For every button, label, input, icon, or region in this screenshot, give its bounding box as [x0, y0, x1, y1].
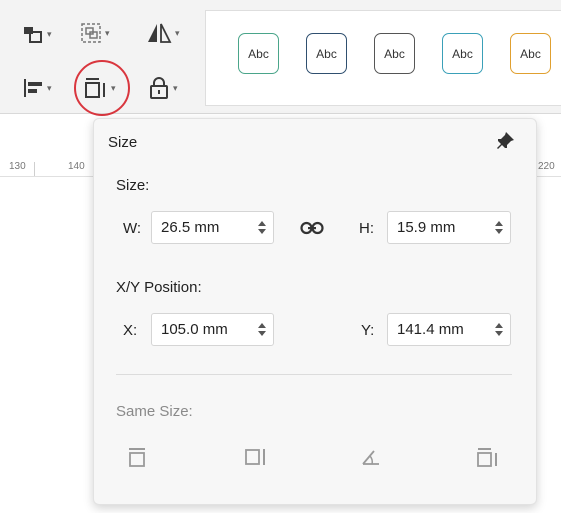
- chevron-down-icon: ▾: [47, 82, 52, 93]
- ruler-label: 220: [538, 161, 555, 172]
- style-swatch[interactable]: Abc: [442, 33, 483, 74]
- highlight-circle: [74, 60, 130, 116]
- same-width-icon[interactable]: [126, 446, 148, 468]
- position-section-label: X/Y Position:: [116, 279, 202, 296]
- link-aspect-ratio-icon[interactable]: [300, 221, 324, 235]
- panel-title: Size: [108, 134, 138, 151]
- lock-button[interactable]: ▾: [148, 76, 178, 100]
- lock-icon: [150, 77, 168, 99]
- group-button[interactable]: ▾: [80, 22, 110, 44]
- height-spinner[interactable]: 15.9 mm: [387, 211, 511, 244]
- arrange-button[interactable]: ▾: [22, 24, 52, 44]
- divider: [116, 374, 512, 375]
- chevron-down-icon: ▾: [173, 82, 178, 93]
- width-spinner[interactable]: 26.5 mm: [151, 211, 274, 244]
- same-size-icon[interactable]: [476, 446, 500, 468]
- size-panel: Size Size: W: 26.5 mm H: 15.9 mm X/Y Pos…: [93, 118, 537, 505]
- style-swatch[interactable]: Abc: [510, 33, 551, 74]
- ruler-tick: [34, 162, 35, 176]
- y-position-value[interactable]: 141.4 mm: [388, 321, 488, 338]
- size-section-label: Size:: [116, 177, 150, 194]
- x-position-spinner[interactable]: 105.0 mm: [151, 313, 274, 346]
- same-size-label: Same Size:: [116, 403, 193, 420]
- width-label: W:: [123, 220, 142, 237]
- shape-styles-gallery: Abc Abc Abc Abc Abc: [205, 10, 561, 106]
- x-position-value[interactable]: 105.0 mm: [152, 321, 251, 338]
- style-swatch[interactable]: Abc: [306, 33, 347, 74]
- align-icon: [24, 79, 42, 97]
- decrement-arrow-icon[interactable]: [258, 331, 266, 336]
- x-position-stepper[interactable]: [251, 323, 273, 336]
- height-value[interactable]: 15.9 mm: [388, 219, 488, 236]
- chevron-down-icon: ▾: [105, 27, 110, 38]
- y-position-stepper[interactable]: [488, 323, 510, 336]
- height-label: H:: [359, 220, 374, 237]
- increment-arrow-icon[interactable]: [258, 323, 266, 328]
- decrement-arrow-icon[interactable]: [495, 229, 503, 234]
- width-value[interactable]: 26.5 mm: [152, 219, 251, 236]
- style-swatch[interactable]: Abc: [374, 33, 415, 74]
- ruler-label: 140: [68, 161, 85, 172]
- group-icon: [81, 23, 101, 43]
- align-button[interactable]: ▾: [22, 78, 52, 98]
- height-stepper[interactable]: [488, 221, 510, 234]
- flip-icon: [148, 23, 172, 43]
- increment-arrow-icon[interactable]: [495, 221, 503, 226]
- chevron-down-icon: ▾: [175, 27, 180, 38]
- pin-icon[interactable]: [496, 131, 516, 151]
- same-angle-icon[interactable]: [360, 446, 382, 468]
- y-position-spinner[interactable]: 141.4 mm: [387, 313, 511, 346]
- flip-button[interactable]: ▾: [146, 22, 180, 44]
- width-stepper[interactable]: [251, 221, 273, 234]
- y-label: Y:: [361, 322, 375, 339]
- chevron-down-icon: ▾: [47, 28, 52, 39]
- decrement-arrow-icon[interactable]: [258, 229, 266, 234]
- increment-arrow-icon[interactable]: [495, 323, 503, 328]
- style-swatch[interactable]: Abc: [238, 33, 279, 74]
- x-label: X:: [123, 322, 138, 339]
- increment-arrow-icon[interactable]: [258, 221, 266, 226]
- same-height-icon[interactable]: [244, 446, 268, 468]
- ruler-label: 130: [9, 161, 26, 172]
- decrement-arrow-icon[interactable]: [495, 331, 503, 336]
- arrange-icon: [24, 27, 42, 43]
